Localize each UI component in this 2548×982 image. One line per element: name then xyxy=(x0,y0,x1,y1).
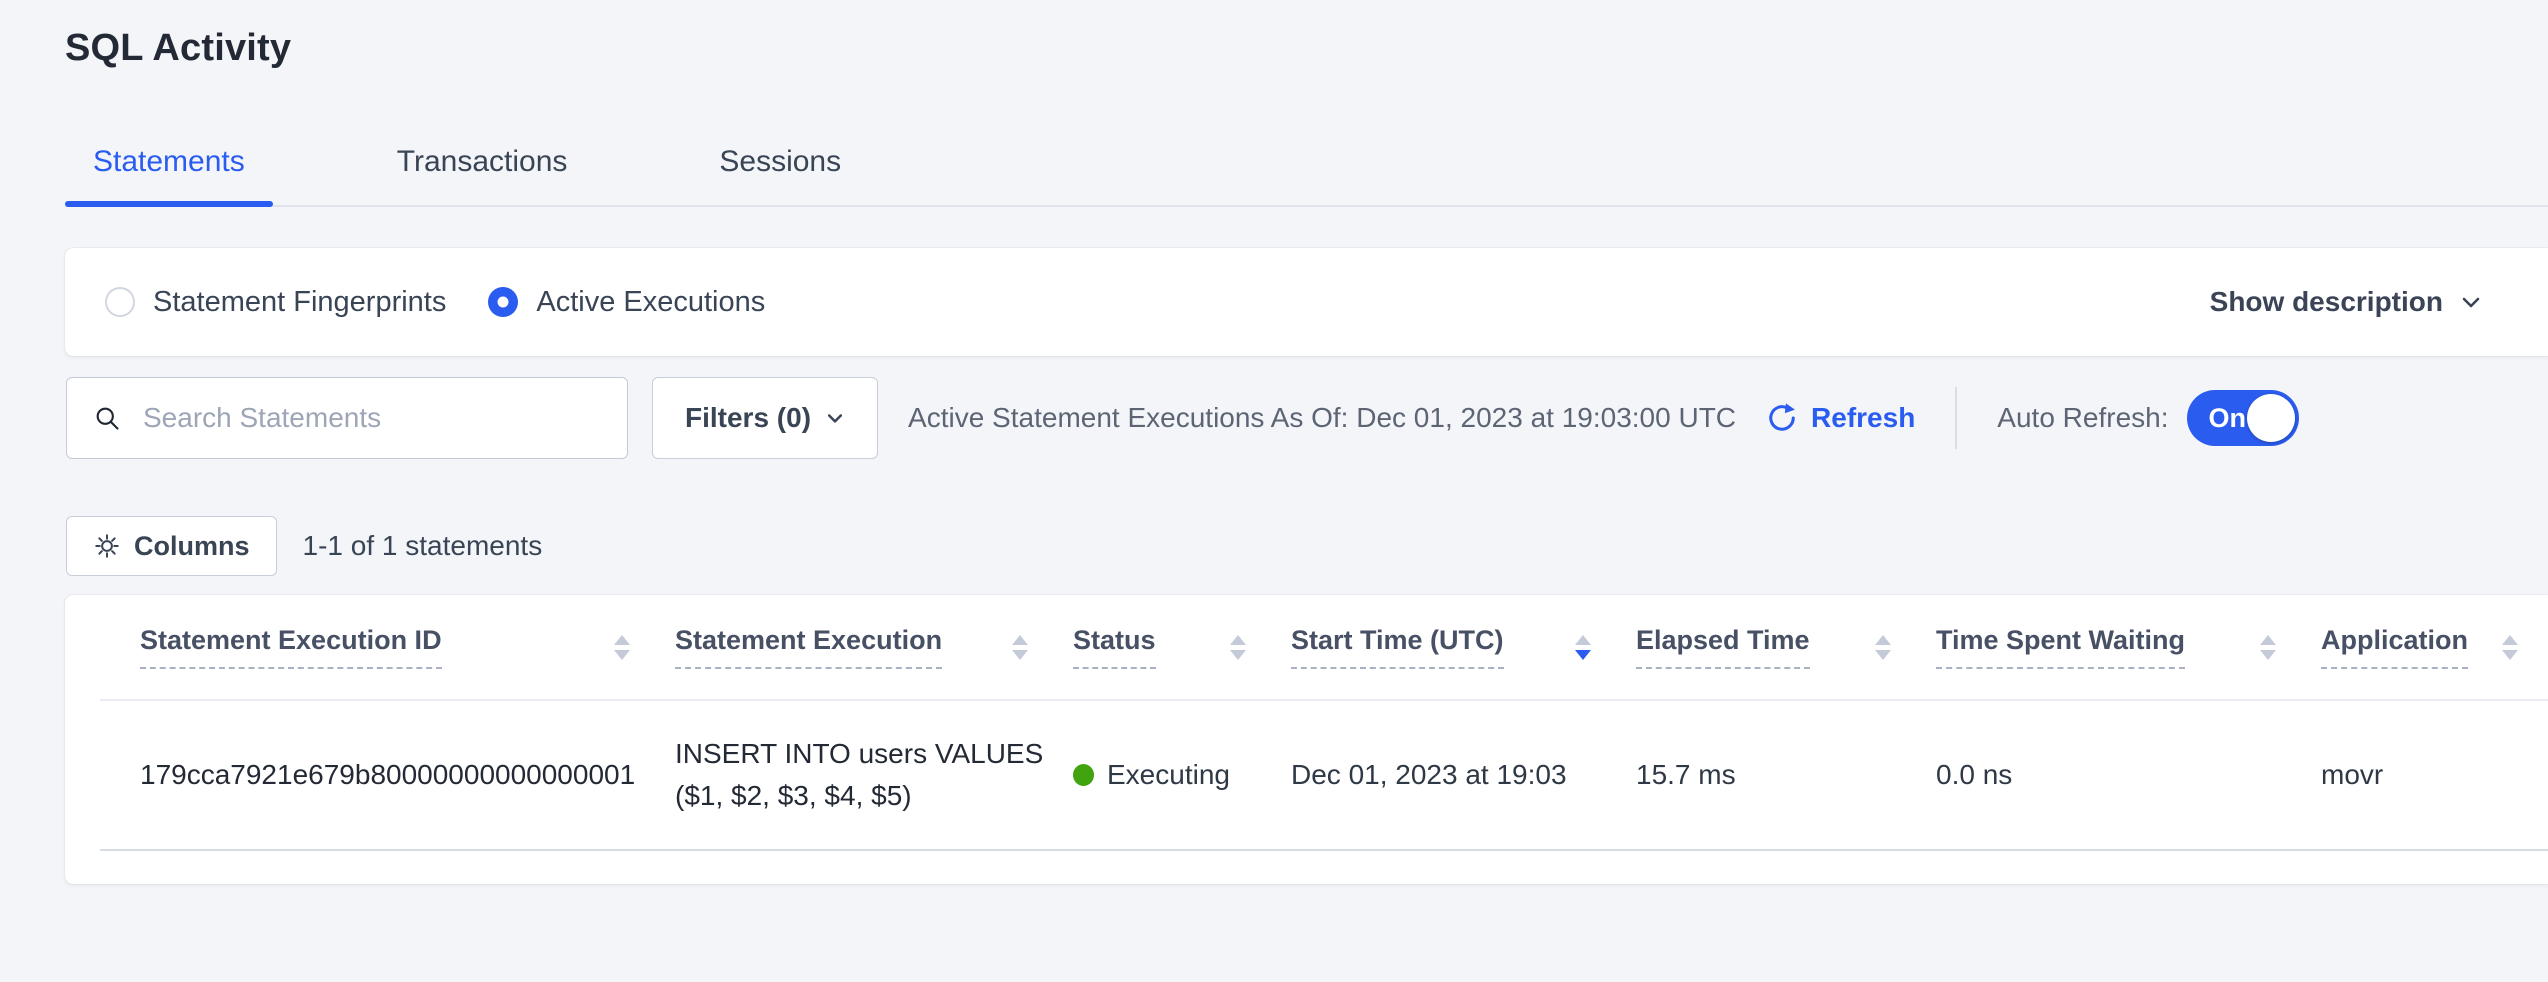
show-description-label: Show description xyxy=(2210,286,2443,318)
sort-arrows-icon xyxy=(1230,635,1246,660)
toggle-knob xyxy=(2247,394,2295,442)
column-header-label: Elapsed Time xyxy=(1636,625,1810,669)
cell-execution-id: 179cca7921e679b80000000000000001 xyxy=(140,759,675,791)
columns-button[interactable]: Columns xyxy=(66,516,277,576)
radio-active-executions[interactable]: Active Executions xyxy=(488,286,765,319)
statements-table: Statement Execution ID Statement Executi… xyxy=(65,595,2548,884)
column-header-elapsed-time[interactable]: Elapsed Time xyxy=(1636,625,1936,669)
column-header-label: Statement Execution xyxy=(675,625,942,669)
column-header-time-spent-waiting[interactable]: Time Spent Waiting xyxy=(1936,625,2321,669)
columns-button-label: Columns xyxy=(134,531,250,562)
tab-transactions[interactable]: Transactions xyxy=(369,145,596,205)
column-header-start-time[interactable]: Start Time (UTC) xyxy=(1291,625,1636,669)
view-options-card: Statement Fingerprints Active Executions… xyxy=(65,248,2548,356)
sort-arrows-icon xyxy=(2502,635,2518,660)
cell-start-time: Dec 01, 2023 at 19:03 xyxy=(1291,759,1636,791)
radio-label: Statement Fingerprints xyxy=(153,286,446,319)
radio-circle-icon xyxy=(105,287,135,317)
column-header-label: Status xyxy=(1073,625,1156,669)
results-bar: Columns 1-1 of 1 statements xyxy=(66,516,2548,576)
column-header-label: Statement Execution ID xyxy=(140,625,442,669)
tab-bar: Statements Transactions Sessions xyxy=(65,145,2548,207)
sort-arrows-icon xyxy=(1875,635,1891,660)
sort-arrows-icon xyxy=(614,635,630,660)
chevron-down-icon xyxy=(825,408,845,428)
tab-sessions[interactable]: Sessions xyxy=(691,145,869,205)
cell-elapsed-time: 15.7 ms xyxy=(1636,759,1936,791)
table-header-row: Statement Execution ID Statement Executi… xyxy=(65,595,2548,699)
radio-label: Active Executions xyxy=(536,286,765,319)
gear-icon xyxy=(93,532,121,560)
column-header-application[interactable]: Application xyxy=(2321,625,2528,669)
cell-application: movr xyxy=(2321,759,2528,791)
cell-time-spent-waiting: 0.0 ns xyxy=(1936,759,2321,791)
column-header-label: Time Spent Waiting xyxy=(1936,625,2185,669)
show-description-button[interactable]: Show description xyxy=(2210,286,2483,318)
sort-arrows-icon xyxy=(2260,635,2276,660)
toolbar-divider xyxy=(1955,387,1957,449)
column-header-label: Start Time (UTC) xyxy=(1291,625,1504,669)
status-dot-icon xyxy=(1073,764,1094,786)
column-header-status[interactable]: Status xyxy=(1073,625,1291,669)
toggle-state-label: On xyxy=(2209,403,2247,434)
radio-statement-fingerprints[interactable]: Statement Fingerprints xyxy=(105,286,446,319)
auto-refresh-label: Auto Refresh: xyxy=(1997,402,2168,434)
tab-statements[interactable]: Statements xyxy=(65,145,273,205)
search-input[interactable] xyxy=(141,401,581,435)
sort-arrows-icon xyxy=(1012,635,1028,660)
filters-button-label: Filters (0) xyxy=(685,402,811,434)
cell-statement: INSERT INTO users VALUES ($1, $2, $3, $4… xyxy=(675,733,1073,817)
table-row: 179cca7921e679b80000000000000001 INSERT … xyxy=(65,701,2548,849)
chevron-down-icon xyxy=(2459,290,2483,314)
cell-status: Executing xyxy=(1073,759,1291,791)
statement-line-1: INSERT INTO users VALUES xyxy=(675,733,1073,775)
radio-circle-icon xyxy=(488,287,518,317)
column-header-statement-execution[interactable]: Statement Execution xyxy=(675,625,1073,669)
refresh-label: Refresh xyxy=(1811,402,1915,434)
refresh-button[interactable]: Refresh xyxy=(1764,400,1915,436)
status-label: Executing xyxy=(1107,759,1230,791)
as-of-timestamp: Active Statement Executions As Of: Dec 0… xyxy=(908,402,1736,434)
refresh-icon xyxy=(1764,400,1800,436)
row-divider xyxy=(100,849,2548,851)
column-header-statement-execution-id[interactable]: Statement Execution ID xyxy=(140,625,675,669)
page-title: SQL Activity xyxy=(65,0,2548,70)
filters-button[interactable]: Filters (0) xyxy=(652,377,878,459)
view-mode-radio-group: Statement Fingerprints Active Executions xyxy=(105,286,765,319)
sort-arrows-icon xyxy=(1575,635,1591,660)
search-box[interactable] xyxy=(66,377,628,459)
toolbar: Filters (0) Active Statement Executions … xyxy=(66,376,2548,460)
column-header-label: Application xyxy=(2321,625,2468,669)
auto-refresh-toggle[interactable]: On xyxy=(2187,390,2299,446)
results-count: 1-1 of 1 statements xyxy=(303,530,543,562)
search-icon xyxy=(93,404,121,432)
statement-line-2: ($1, $2, $3, $4, $5) xyxy=(675,775,1073,817)
